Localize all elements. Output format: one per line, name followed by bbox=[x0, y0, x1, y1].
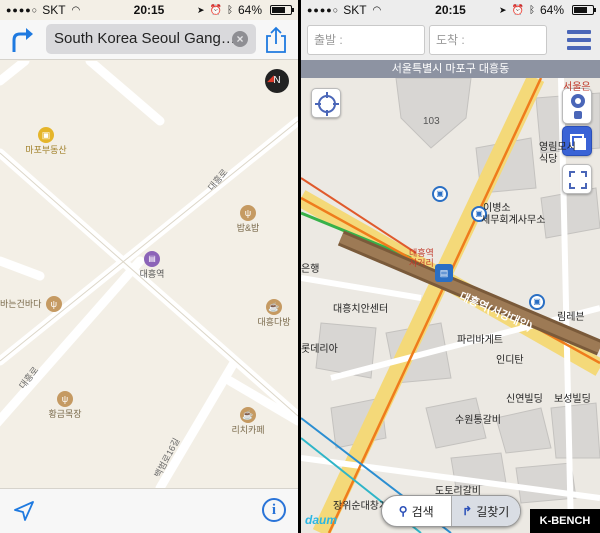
route-button-label: 길찾기 bbox=[476, 504, 510, 519]
poi-daeheung-dabang[interactable]: ☕ 대흥다방 bbox=[252, 299, 296, 328]
subway-station-icon[interactable]: ▤ bbox=[435, 264, 453, 282]
person-pin-icon bbox=[571, 94, 585, 119]
compass-icon[interactable]: N ◢ bbox=[265, 69, 289, 93]
apple-maps-pane: ●●●●○ SKT ◠ 20:15 ➤ ⏰ ᛒ 64% South Korea … bbox=[0, 0, 298, 533]
station-exit-name: 대흥역 bbox=[409, 248, 434, 258]
street-view-button[interactable] bbox=[562, 88, 592, 124]
label-hospital: 이병소 bbox=[483, 203, 511, 214]
fullscreen-button[interactable] bbox=[562, 164, 592, 194]
wifi-icon: ◠ bbox=[372, 4, 382, 16]
poi-sea[interactable]: 바는건바다 ψ bbox=[0, 295, 64, 313]
battery-icon bbox=[270, 5, 294, 15]
poi-label: 바는건바다 bbox=[0, 299, 42, 310]
battery-fill bbox=[272, 7, 285, 13]
battery-fill bbox=[574, 7, 587, 13]
search-field-value: South Korea Seoul Gang… bbox=[54, 30, 236, 47]
poi-mapo-realty[interactable]: ▣ 마포부동산 bbox=[20, 127, 72, 156]
label-suwon: 수원통갈비 bbox=[455, 415, 501, 426]
poi-bap-bap[interactable]: ψ 밥&밥 bbox=[228, 205, 268, 234]
label-jangwi: 장위순대창계 bbox=[333, 501, 389, 512]
destination-input[interactable]: 도착 : bbox=[429, 25, 547, 55]
label-inditan: 인디탄 bbox=[496, 355, 524, 366]
battery-icon bbox=[572, 5, 596, 15]
cafe-icon: ☕ bbox=[266, 299, 282, 315]
bus-stop-icon[interactable]: ▣ bbox=[432, 186, 448, 202]
restaurant-icon: ψ bbox=[45, 295, 62, 312]
label-seoul-bank: 서울은 bbox=[563, 82, 591, 93]
shopping-bag-icon: ▣ bbox=[38, 127, 54, 143]
station-exit-label: 대흥역 사거리 bbox=[409, 248, 434, 268]
search-button[interactable]: ⚲ 검색 bbox=[382, 496, 451, 526]
compass-north: N bbox=[273, 75, 281, 86]
route-button[interactable]: ↱ 길찾기 bbox=[450, 496, 520, 526]
label-lotteria: 롯데리아 bbox=[301, 344, 338, 355]
label-sikdang: 식당 bbox=[539, 154, 558, 165]
route-header: 출발 : 도착 : bbox=[301, 20, 600, 60]
location-arrow-icon: ➤ bbox=[196, 4, 205, 15]
start-input[interactable]: 출발 : bbox=[307, 25, 425, 55]
label-boseong: 보성빌딩 bbox=[554, 394, 591, 405]
label-sinyeon: 신연빌딩 bbox=[506, 394, 543, 405]
alarm-icon: ⏰ bbox=[511, 4, 524, 16]
map-footer: i bbox=[0, 488, 298, 533]
bluetooth-icon: ᛒ bbox=[226, 4, 233, 16]
status-bar: ●●●●○ SKT ◠ 20:15 ➤ ⏰ ᛒ 64% bbox=[301, 0, 600, 20]
wifi-icon: ◠ bbox=[71, 4, 81, 16]
battery-percent: 64% bbox=[539, 3, 564, 17]
area-name-banner: 서울특별시 마포구 대흥동 bbox=[301, 60, 600, 78]
restaurant-icon: ψ bbox=[240, 205, 256, 221]
daum-maps-pane: ●●●●○ SKT ◠ 20:15 ➤ ⏰ ᛒ 64% 출발 : 도착 : 서울… bbox=[301, 0, 600, 533]
bluetooth-icon: ᛒ bbox=[528, 4, 535, 16]
bottom-action-bar: ⚲ 검색 ↱ 길찾기 bbox=[381, 495, 521, 527]
map-canvas[interactable]: ▣ ▣ ▣ ▤ 103 대흥역 사거리 대흥역(서강대입) 은행 대흥치안센터 … bbox=[301, 78, 600, 533]
my-location-button[interactable] bbox=[311, 88, 341, 118]
crosshair-icon bbox=[315, 92, 339, 116]
signal-icon: ●●●●○ bbox=[307, 5, 340, 15]
expand-icon bbox=[569, 171, 587, 189]
status-bar: ●●●●○ SKT ◠ 20:15 ➤ ⏰ ᛒ 64% bbox=[0, 0, 298, 20]
poi-label: 대흥역 bbox=[139, 269, 165, 279]
poi-label: 대흥다방 bbox=[257, 317, 291, 327]
current-location-icon[interactable] bbox=[12, 499, 36, 523]
k-bench-watermark: K-BENCH bbox=[530, 509, 600, 533]
search-button-label: 검색 bbox=[411, 504, 434, 519]
location-arrow-icon: ➤ bbox=[498, 4, 507, 15]
poi-label: 황금목장 bbox=[48, 409, 82, 419]
signal-icon: ●●●●○ bbox=[6, 5, 39, 15]
poi-rich-cafe[interactable]: ☕ 리치카페 bbox=[226, 407, 270, 436]
clear-search-icon[interactable]: × bbox=[232, 31, 248, 47]
restaurant-icon: ψ bbox=[57, 391, 73, 407]
label-bank: 은행 bbox=[301, 264, 320, 275]
menu-icon[interactable] bbox=[564, 26, 594, 54]
poi-label: 리치카페 bbox=[231, 425, 265, 435]
search-field[interactable]: South Korea Seoul Gang… bbox=[46, 24, 256, 54]
label-partial: 림레븐 bbox=[557, 312, 585, 323]
label-safety-center: 대흥치안센터 bbox=[333, 304, 389, 315]
station-exit-sub: 사거리 bbox=[409, 258, 434, 268]
battery-percent: 64% bbox=[237, 3, 262, 17]
carrier-label: SKT bbox=[42, 3, 66, 17]
cafe-icon: ☕ bbox=[240, 407, 256, 423]
daum-logo: daum bbox=[305, 513, 338, 527]
map-canvas[interactable]: N ◢ ▣ 마포부동산 ψ 밥&밥 ▤ 대흥역 ☕ 대흥다방 바는건바다 ψ ψ… bbox=[0, 61, 298, 488]
poi-label: 밥&밥 bbox=[236, 223, 260, 233]
share-icon[interactable] bbox=[264, 26, 288, 54]
building-number: 103 bbox=[423, 116, 440, 127]
poi-hwanggeum[interactable]: ψ 황금목장 bbox=[40, 391, 90, 420]
poi-label: 마포부동산 bbox=[25, 145, 67, 155]
search-header: South Korea Seoul Gang… × bbox=[0, 20, 298, 60]
directions-arrow-icon[interactable] bbox=[10, 26, 36, 54]
bus-stop-icon[interactable]: ▣ bbox=[529, 294, 545, 310]
alarm-icon: ⏰ bbox=[209, 4, 222, 16]
poi-daeheung-station[interactable]: ▤ 대흥역 bbox=[132, 251, 172, 280]
search-icon: ⚲ bbox=[398, 504, 408, 518]
info-button[interactable]: i bbox=[262, 498, 286, 522]
screenshot-pair: ●●●●○ SKT ◠ 20:15 ➤ ⏰ ᛒ 64% South Korea … bbox=[0, 0, 600, 533]
subway-icon: ▤ bbox=[144, 251, 160, 267]
label-paris: 파리바게트 bbox=[457, 335, 503, 346]
carrier-label: SKT bbox=[343, 3, 367, 17]
route-arrow-icon: ↱ bbox=[462, 504, 473, 518]
